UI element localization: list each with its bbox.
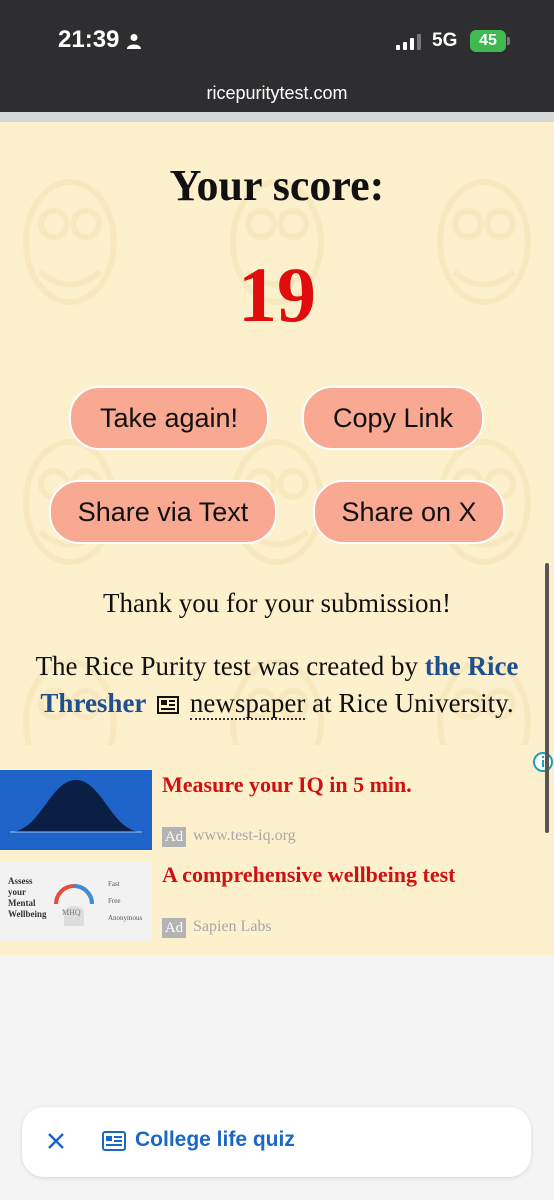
status-time: 21:39: [58, 26, 120, 53]
iq-ad-thumbnail[interactable]: [0, 770, 152, 850]
chip-label[interactable]: College life quiz: [135, 1128, 295, 1152]
signal-icon: [396, 34, 421, 50]
credit-text: The Rice Purity test was created by the …: [14, 648, 540, 722]
credit-suffix: at Rice University.: [305, 688, 514, 718]
ad-area: Measure your IQ in 5 min. Ad www.test-iq…: [0, 745, 554, 955]
ad-title-wellbeing[interactable]: A comprehensive wellbeing test: [162, 862, 456, 888]
ad-source-iq: www.test-iq.org: [193, 827, 296, 844]
mhq-gauge-icon: [54, 884, 94, 926]
credit-prefix: The Rice Purity test was created by: [35, 651, 425, 681]
thank-you-message: Thank you for your submission!: [103, 588, 451, 618]
status-bar: 21:39 5G 45: [0, 0, 554, 78]
copy-link-button[interactable]: Copy Link: [302, 386, 484, 450]
share-on-x-button[interactable]: Share on X: [313, 480, 505, 544]
share-via-text-button[interactable]: Share via Text: [49, 480, 277, 544]
ad-source-wellbeing: Sapien Labs: [193, 918, 272, 935]
score-heading: Your score:: [169, 161, 385, 210]
url-bar[interactable]: ricepuritytest.com: [0, 78, 554, 114]
close-icon[interactable]: [46, 1131, 66, 1151]
suggestion-chip-bar[interactable]: College life quiz: [22, 1107, 531, 1177]
newspaper-link[interactable]: newspaper: [189, 688, 306, 720]
ad-badge: Ad: [162, 827, 186, 847]
url-divider: [0, 112, 554, 122]
battery-cap: [507, 37, 510, 45]
ad-title-iq[interactable]: Measure your IQ in 5 min.: [162, 772, 412, 798]
person-icon: [127, 34, 141, 49]
ad-info-icon[interactable]: [532, 751, 554, 773]
mhq-logo-text: MHQ: [62, 908, 81, 917]
score-value: 19: [238, 251, 316, 338]
newspaper-icon: [157, 696, 180, 714]
mhq-thumb-text: Assess your Mental Wellbeing: [8, 876, 47, 919]
take-again-button[interactable]: Take again!: [69, 386, 269, 450]
wellbeing-ad-thumbnail[interactable]: Assess your Mental Wellbeing MHQ Fast Fr…: [0, 862, 152, 942]
scrollbar[interactable]: [545, 563, 549, 833]
ad-badge: Ad: [162, 918, 186, 938]
bell-curve-icon: [10, 780, 142, 833]
battery-level: 45: [470, 30, 506, 52]
battery-icon: 45: [470, 30, 510, 52]
article-icon: [102, 1131, 126, 1151]
mhq-feature-list: Fast Free Anonymous: [108, 880, 143, 922]
network-label: 5G: [432, 30, 458, 51]
